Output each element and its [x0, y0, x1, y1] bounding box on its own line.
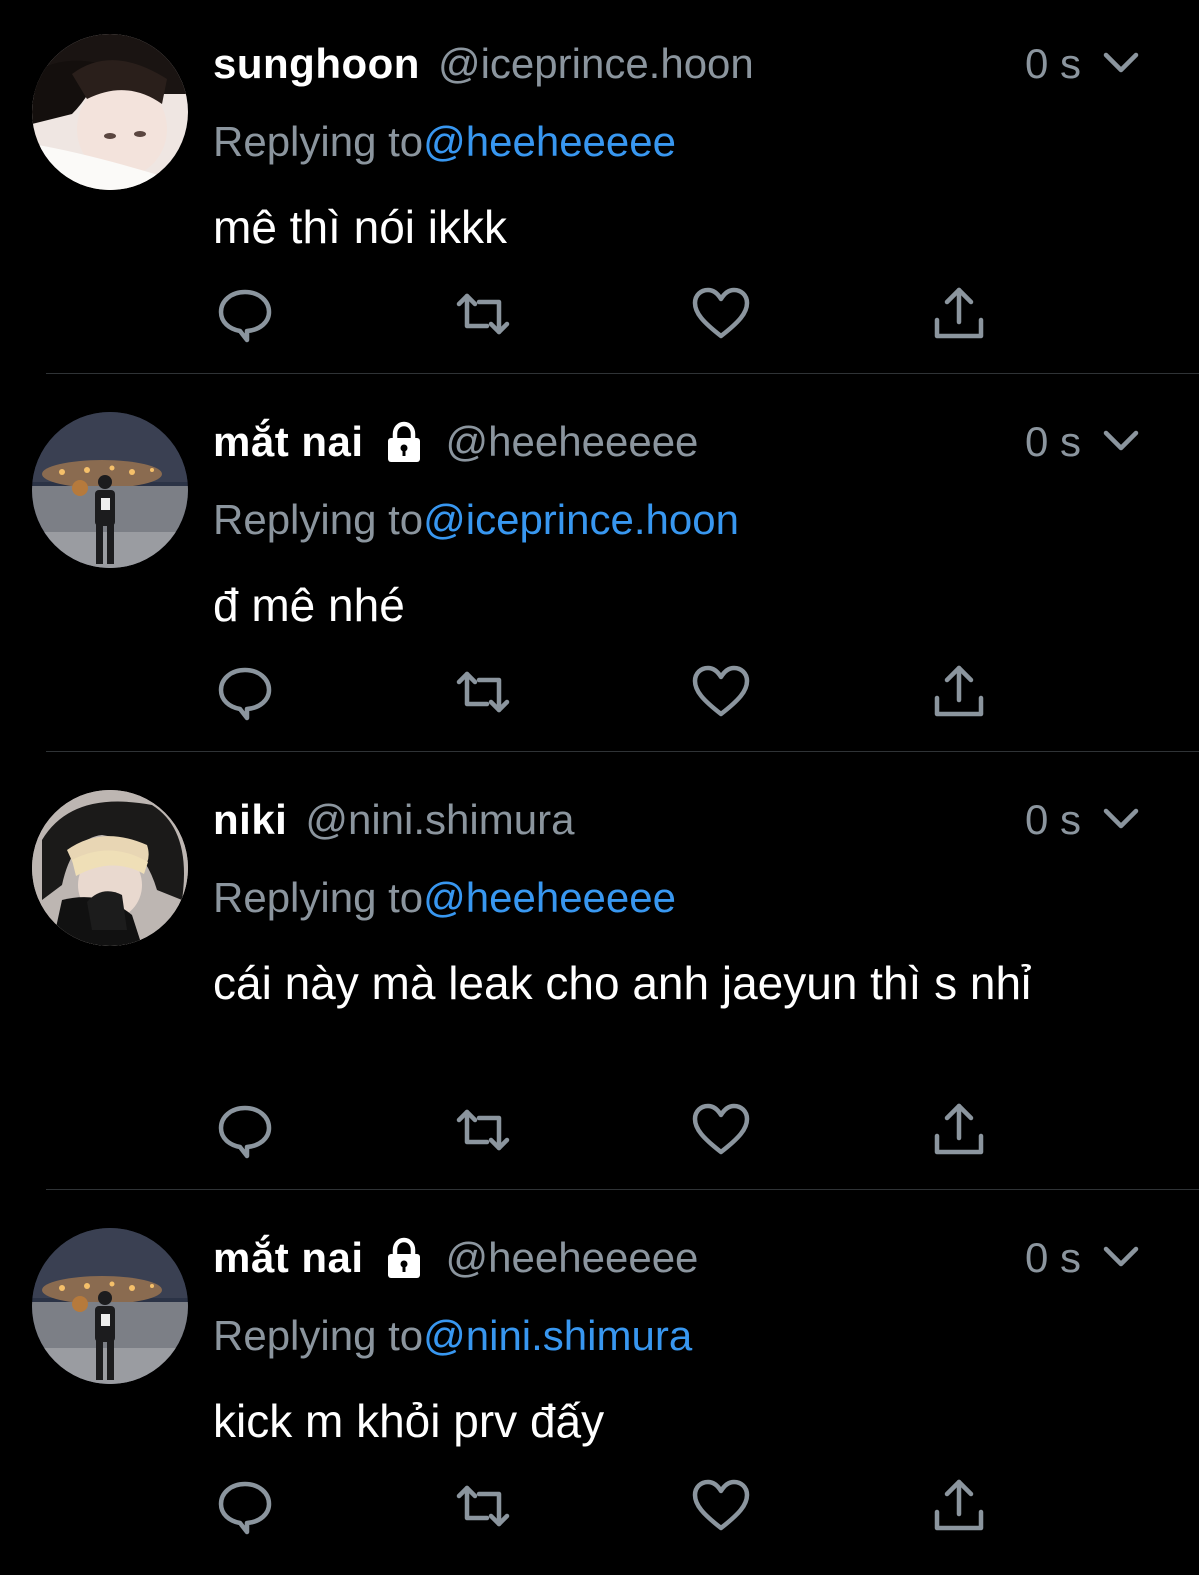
timestamp: 0 s	[1025, 796, 1082, 843]
tweet-text: mê thì nói ikkk	[213, 201, 507, 253]
share-upload-icon[interactable]	[927, 1474, 991, 1538]
replying-to-label: Replying to	[213, 874, 424, 921]
share-upload-icon[interactable]	[927, 282, 991, 346]
lock-icon	[380, 1234, 428, 1282]
display-name[interactable]: sunghoon	[213, 40, 420, 88]
replying-to: Replying to@heeheeeee	[213, 874, 676, 922]
tweet-text: kick m khỏi prv đấy	[213, 1395, 605, 1447]
replying-to-label: Replying to	[213, 1312, 424, 1359]
display-name[interactable]: niki	[213, 796, 287, 844]
display-name[interactable]: mắt nai	[213, 1234, 364, 1282]
tweet-text: đ mê nhé	[213, 579, 405, 631]
retweet-icon[interactable]	[451, 1474, 515, 1538]
tweet[interactable]: mắt nai @heeheeeee 0 s Replying to@icepr…	[0, 378, 1199, 751]
retweet-icon[interactable]	[451, 660, 515, 724]
timestamp: 0 s	[1025, 40, 1082, 87]
divider	[46, 373, 1199, 374]
avatar[interactable]	[32, 34, 188, 190]
tweet[interactable]: niki @nini.shimura 0 s Replying to@heehe…	[0, 756, 1199, 1189]
comment-bubble-icon[interactable]	[213, 1474, 277, 1538]
user-handle[interactable]: @iceprince.hoon	[438, 40, 754, 88]
tweet-text: cái này mà leak cho anh jaeyun thì s nhỉ	[213, 957, 1032, 1009]
tweet-feed: sunghoon @iceprince.hoon 0 s Replying to…	[0, 0, 1199, 1575]
reply-handle-link[interactable]: @nini.shimura	[423, 1312, 692, 1359]
comment-bubble-icon[interactable]	[213, 1098, 277, 1162]
comment-bubble-icon[interactable]	[213, 660, 277, 724]
avatar[interactable]	[32, 412, 188, 568]
heart-icon[interactable]	[689, 282, 753, 346]
tweet[interactable]: mắt nai @heeheeeee 0 s Replying to@nini.…	[0, 1194, 1199, 1575]
action-bar	[213, 1098, 1013, 1162]
retweet-icon[interactable]	[451, 282, 515, 346]
tweet[interactable]: sunghoon @iceprince.hoon 0 s Replying to…	[0, 0, 1199, 373]
display-name[interactable]: mắt nai	[213, 418, 364, 466]
chevron-down-icon[interactable]	[1100, 424, 1142, 460]
user-handle[interactable]: @heeheeeee	[446, 1234, 699, 1282]
share-upload-icon[interactable]	[927, 660, 991, 724]
action-bar	[213, 1474, 1013, 1538]
heart-icon[interactable]	[689, 1098, 753, 1162]
user-handle[interactable]: @nini.shimura	[305, 796, 574, 844]
chevron-down-icon[interactable]	[1100, 46, 1142, 82]
reply-handle-link[interactable]: @heeheeeee	[423, 118, 676, 165]
heart-icon[interactable]	[689, 1474, 753, 1538]
avatar[interactable]	[32, 1228, 188, 1384]
replying-to: Replying to@iceprince.hoon	[213, 496, 739, 544]
chevron-down-icon[interactable]	[1100, 802, 1142, 838]
comment-bubble-icon[interactable]	[213, 282, 277, 346]
chevron-down-icon[interactable]	[1100, 1240, 1142, 1276]
divider	[46, 751, 1199, 752]
avatar[interactable]	[32, 790, 188, 946]
lock-icon	[380, 418, 428, 466]
action-bar	[213, 660, 1013, 724]
action-bar	[213, 282, 1013, 346]
retweet-icon[interactable]	[451, 1098, 515, 1162]
reply-handle-link[interactable]: @heeheeeee	[423, 874, 676, 921]
divider	[46, 1189, 1199, 1190]
share-upload-icon[interactable]	[927, 1098, 991, 1162]
replying-to: Replying to@heeheeeee	[213, 118, 676, 166]
reply-handle-link[interactable]: @iceprince.hoon	[423, 496, 739, 543]
replying-to: Replying to@nini.shimura	[213, 1312, 692, 1360]
replying-to-label: Replying to	[213, 496, 424, 543]
user-handle[interactable]: @heeheeeee	[446, 418, 699, 466]
heart-icon[interactable]	[689, 660, 753, 724]
timestamp: 0 s	[1025, 418, 1082, 465]
timestamp: 0 s	[1025, 1234, 1082, 1281]
replying-to-label: Replying to	[213, 118, 424, 165]
